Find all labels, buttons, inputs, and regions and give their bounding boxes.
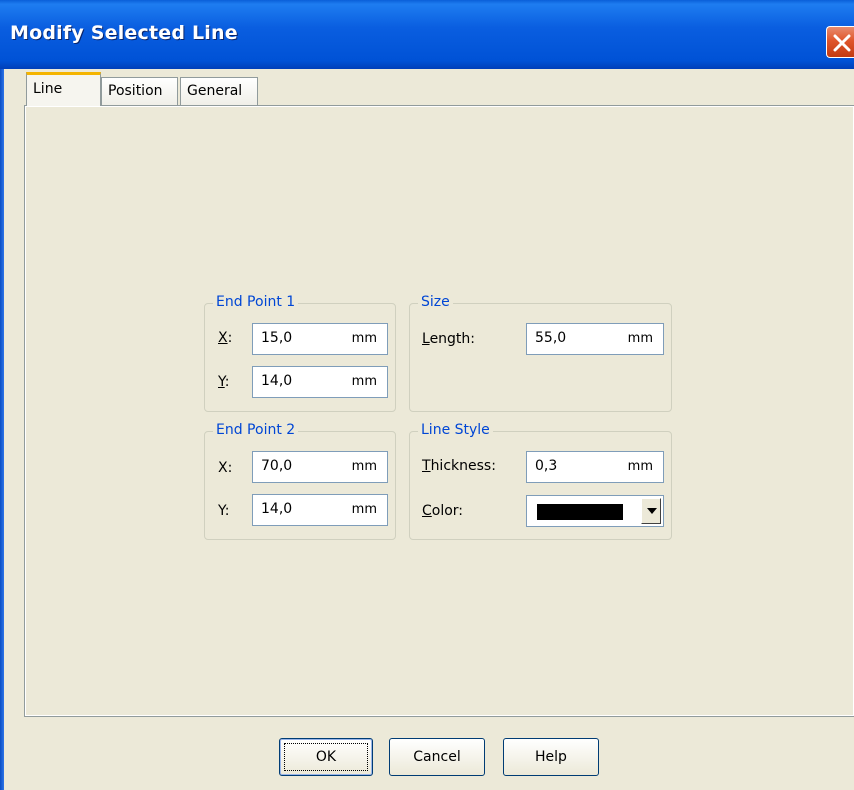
- ep2-y-unit: mm: [351, 502, 377, 517]
- ep2-x-label: X:: [218, 460, 233, 476]
- ep2-x-field[interactable]: 70,0 mm: [252, 451, 388, 483]
- ep2-y-label: Y:: [218, 503, 230, 519]
- window-title: Modify Selected Line: [10, 22, 238, 44]
- help-button[interactable]: Help: [503, 738, 599, 776]
- length-label: Length:: [422, 331, 476, 347]
- ep2-y-value: 14,0: [261, 501, 293, 517]
- length-value: 55,0: [535, 330, 567, 346]
- window-frame-left: [0, 69, 4, 790]
- ep2-x-value: 70,0: [261, 458, 293, 474]
- ep1-y-unit: mm: [351, 374, 377, 389]
- cancel-button[interactable]: Cancel: [389, 738, 485, 776]
- chevron-down-icon: [647, 508, 657, 514]
- ep1-x-field[interactable]: 15,0 mm: [252, 323, 388, 355]
- size-group: Size Length: 55,0 mm: [409, 294, 672, 412]
- thickness-unit: mm: [627, 459, 653, 474]
- tab-position[interactable]: Position: [101, 77, 178, 105]
- ep2-x-unit: mm: [351, 459, 377, 474]
- ep1-y-label: Y:: [218, 374, 230, 390]
- ep1-x-unit: mm: [351, 331, 377, 346]
- end-point-2-group: End Point 2 X: 70,0 mm Y: 14,0 mm: [204, 422, 396, 540]
- ok-button[interactable]: OK: [279, 738, 373, 776]
- close-button[interactable]: [826, 26, 854, 58]
- tab-panel-line: End Point 1 X: 15,0 mm Y: 14,0 mm Size L…: [24, 105, 854, 717]
- length-unit: mm: [627, 331, 653, 346]
- help-button-label: Help: [535, 749, 567, 765]
- tab-line[interactable]: Line: [26, 72, 101, 106]
- ep1-y-field[interactable]: 14,0 mm: [252, 366, 388, 398]
- color-label: Color:: [422, 503, 464, 519]
- length-field[interactable]: 55,0 mm: [526, 323, 664, 355]
- thickness-field[interactable]: 0,3 mm: [526, 451, 664, 483]
- end-point-1-group: End Point 1 X: 15,0 mm Y: 14,0 mm: [204, 294, 396, 412]
- color-dropdown[interactable]: [526, 495, 664, 527]
- ep1-x-label: X:: [218, 330, 233, 346]
- end-point-1-legend: End Point 1: [213, 294, 299, 310]
- close-icon: [833, 34, 851, 52]
- cancel-button-label: Cancel: [413, 749, 461, 765]
- thickness-value: 0,3: [535, 458, 558, 474]
- tab-general-label: General: [187, 83, 243, 99]
- line-style-group: Line Style Thickness: 0,3 mm Color:: [409, 422, 672, 540]
- title-bar: Modify Selected Line: [0, 0, 854, 69]
- end-point-2-legend: End Point 2: [213, 422, 299, 438]
- ep1-x-value: 15,0: [261, 330, 293, 346]
- line-style-legend: Line Style: [418, 422, 493, 438]
- color-swatch: [537, 504, 623, 520]
- dropdown-button[interactable]: [641, 498, 661, 524]
- tab-general[interactable]: General: [180, 77, 258, 105]
- tab-line-label: Line: [33, 81, 63, 97]
- ep1-y-value: 14,0: [261, 373, 293, 389]
- thickness-label: Thickness:: [422, 458, 496, 474]
- tab-position-label: Position: [108, 83, 163, 99]
- size-legend: Size: [418, 294, 453, 310]
- ep2-y-field[interactable]: 14,0 mm: [252, 494, 388, 526]
- focus-ring: [284, 743, 368, 771]
